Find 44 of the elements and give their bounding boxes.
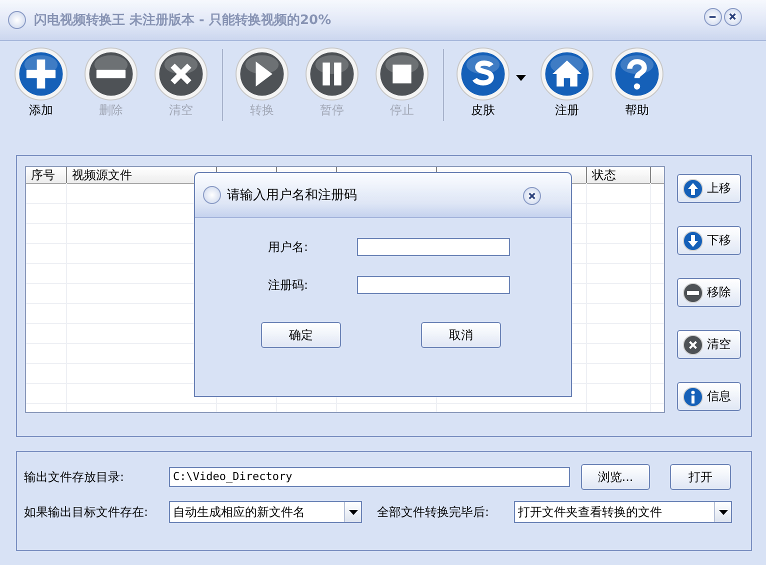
after-conversion-dropdown[interactable]: 打开文件夹查看转换的文件 <box>514 501 732 523</box>
minimize-icon[interactable] <box>704 8 722 26</box>
output-dir-field[interactable]: C:\Video_Directory <box>169 467 570 487</box>
dialog-title: 请输入用户名和注册码 <box>227 187 357 204</box>
toolbar-button[interactable]: 注册 <box>538 47 596 119</box>
toolbar-button[interactable]: 皮肤 <box>454 47 512 119</box>
file-exists-label: 如果输出目标文件存在: <box>24 504 150 520</box>
pause-icon <box>305 47 359 101</box>
toolbar-button[interactable]: 帮助 <box>608 47 666 119</box>
window-title: 闪电视频转换王 未注册版本 - 只能转换视频的20% <box>34 12 332 29</box>
close-icon <box>683 334 703 354</box>
toolbar-button[interactable]: 添加 <box>12 47 70 119</box>
plus-icon <box>14 47 68 101</box>
column-header[interactable]: 序号 <box>26 167 67 183</box>
side-button[interactable]: 下移 <box>677 226 741 255</box>
dropdown-arrow-icon <box>718 510 728 514</box>
s-letter-icon <box>456 47 510 101</box>
close-icon[interactable] <box>523 187 541 205</box>
close-icon[interactable] <box>724 8 742 26</box>
help-icon <box>610 47 664 101</box>
dropdown-arrow-icon <box>348 510 358 514</box>
field-label: 用户名: <box>268 238 310 256</box>
browse-button[interactable]: 浏览... <box>581 464 650 490</box>
after-conversion-label: 全部文件转换完毕后: <box>377 504 490 520</box>
dialog-button[interactable]: 确定 <box>261 322 341 348</box>
output-dir-label: 输出文件存放目录: <box>24 468 126 486</box>
dropdown-caret-icon[interactable] <box>516 75 526 81</box>
side-button[interactable]: 移除 <box>677 278 741 307</box>
play-icon <box>235 47 289 101</box>
stop-icon <box>375 47 429 101</box>
info-icon <box>683 386 703 406</box>
side-button[interactable]: 信息 <box>677 382 741 411</box>
field-label: 注册码: <box>268 276 310 294</box>
file-exists-dropdown[interactable]: 自动生成相应的新文件名 <box>169 501 362 523</box>
open-button[interactable]: 打开 <box>670 464 731 490</box>
side-button[interactable]: 上移 <box>677 174 741 203</box>
input-field[interactable] <box>357 276 510 294</box>
minus-icon <box>84 47 138 101</box>
side-button[interactable]: 清空 <box>677 330 741 359</box>
home-icon <box>540 47 594 101</box>
minus-icon <box>683 282 703 302</box>
input-field[interactable] <box>357 238 510 256</box>
close-icon <box>154 47 208 101</box>
dialog-button[interactable]: 取消 <box>421 322 501 348</box>
